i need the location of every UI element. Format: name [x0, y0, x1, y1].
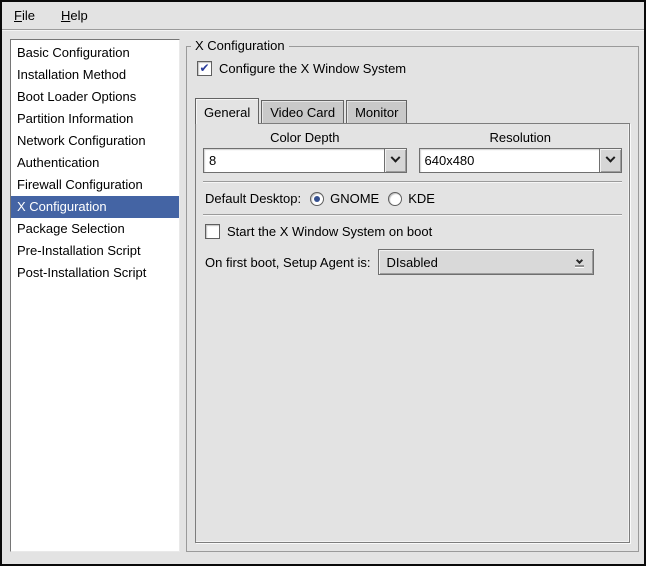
sidebar-item-x-configuration[interactable]: X Configuration: [11, 196, 179, 218]
sidebar-item-basic-configuration[interactable]: Basic Configuration: [11, 42, 179, 64]
chevron-down-icon: [390, 153, 400, 163]
color-depth-combo: 8: [203, 148, 407, 173]
tab-monitor[interactable]: Monitor: [346, 100, 407, 123]
sidebar-item-boot-loader-options[interactable]: Boot Loader Options: [11, 86, 179, 108]
sidebar-item-pre-installation-script[interactable]: Pre-Installation Script: [11, 240, 179, 262]
option-menu-arrow-icon: [575, 258, 586, 267]
setup-agent-value: DIsabled: [386, 255, 575, 270]
gnome-radio-option[interactable]: GNOME: [310, 191, 379, 206]
color-depth-entry[interactable]: 8: [203, 148, 384, 173]
menu-file[interactable]: File: [8, 5, 41, 26]
separator: [203, 181, 622, 183]
resolution-label: Resolution: [419, 130, 623, 145]
x-configuration-frame: X Configuration Configure the X Window S…: [186, 46, 639, 552]
start-x-checkbox[interactable]: [205, 224, 220, 239]
gnome-radio-label: GNOME: [330, 191, 379, 206]
configure-x-label: Configure the X Window System: [219, 61, 406, 76]
general-tab-panel: Color Depth 8 Resolution 640x480: [195, 123, 630, 543]
tab-video-card[interactable]: Video Card: [261, 100, 344, 123]
start-x-row: Start the X Window System on boot: [203, 224, 622, 239]
color-depth-column: Color Depth 8: [203, 130, 407, 173]
tab-general[interactable]: General: [195, 98, 259, 124]
kickstart-configurator-window: File Help Basic Configuration Installati…: [0, 0, 646, 566]
sidebar-item-network-configuration[interactable]: Network Configuration: [11, 130, 179, 152]
combo-columns: Color Depth 8 Resolution 640x480: [203, 130, 622, 173]
start-x-label: Start the X Window System on boot: [227, 224, 432, 239]
gnome-radio[interactable]: [310, 192, 324, 206]
setup-agent-row: On first boot, Setup Agent is: DIsabled: [203, 249, 622, 275]
sidebar-item-authentication[interactable]: Authentication: [11, 152, 179, 174]
x-config-tabs: General Video Card Monitor: [195, 98, 630, 123]
setup-agent-dropdown[interactable]: DIsabled: [378, 249, 594, 275]
resolution-dropdown-button[interactable]: [599, 148, 622, 173]
configure-x-checkbox[interactable]: [197, 61, 212, 76]
sidebar-item-package-selection[interactable]: Package Selection: [11, 218, 179, 240]
configure-x-row: Configure the X Window System: [197, 61, 630, 76]
app-body: Basic Configuration Installation Method …: [2, 30, 644, 564]
sidebar-item-firewall-configuration[interactable]: Firewall Configuration: [11, 174, 179, 196]
menu-help[interactable]: Help: [55, 5, 94, 26]
section-list: Basic Configuration Installation Method …: [10, 39, 180, 552]
kde-radio-label: KDE: [408, 191, 435, 206]
default-desktop-label: Default Desktop:: [205, 191, 301, 206]
color-depth-dropdown-button[interactable]: [384, 148, 407, 173]
chevron-down-icon: [606, 153, 616, 163]
color-depth-label: Color Depth: [203, 130, 407, 145]
kde-radio-option[interactable]: KDE: [388, 191, 435, 206]
kde-radio[interactable]: [388, 192, 402, 206]
resolution-combo: 640x480: [419, 148, 623, 173]
separator: [203, 214, 622, 216]
menubar: File Help: [2, 2, 644, 30]
default-desktop-row: Default Desktop: GNOME KDE: [203, 191, 622, 206]
resolution-column: Resolution 640x480: [419, 130, 623, 173]
setup-agent-label: On first boot, Setup Agent is:: [205, 255, 370, 270]
resolution-entry[interactable]: 640x480: [419, 148, 600, 173]
sidebar-item-installation-method[interactable]: Installation Method: [11, 64, 179, 86]
sidebar-item-post-installation-script[interactable]: Post-Installation Script: [11, 262, 179, 284]
sidebar-item-partition-information[interactable]: Partition Information: [11, 108, 179, 130]
empty-space: [203, 275, 622, 536]
frame-title: X Configuration: [191, 38, 289, 53]
